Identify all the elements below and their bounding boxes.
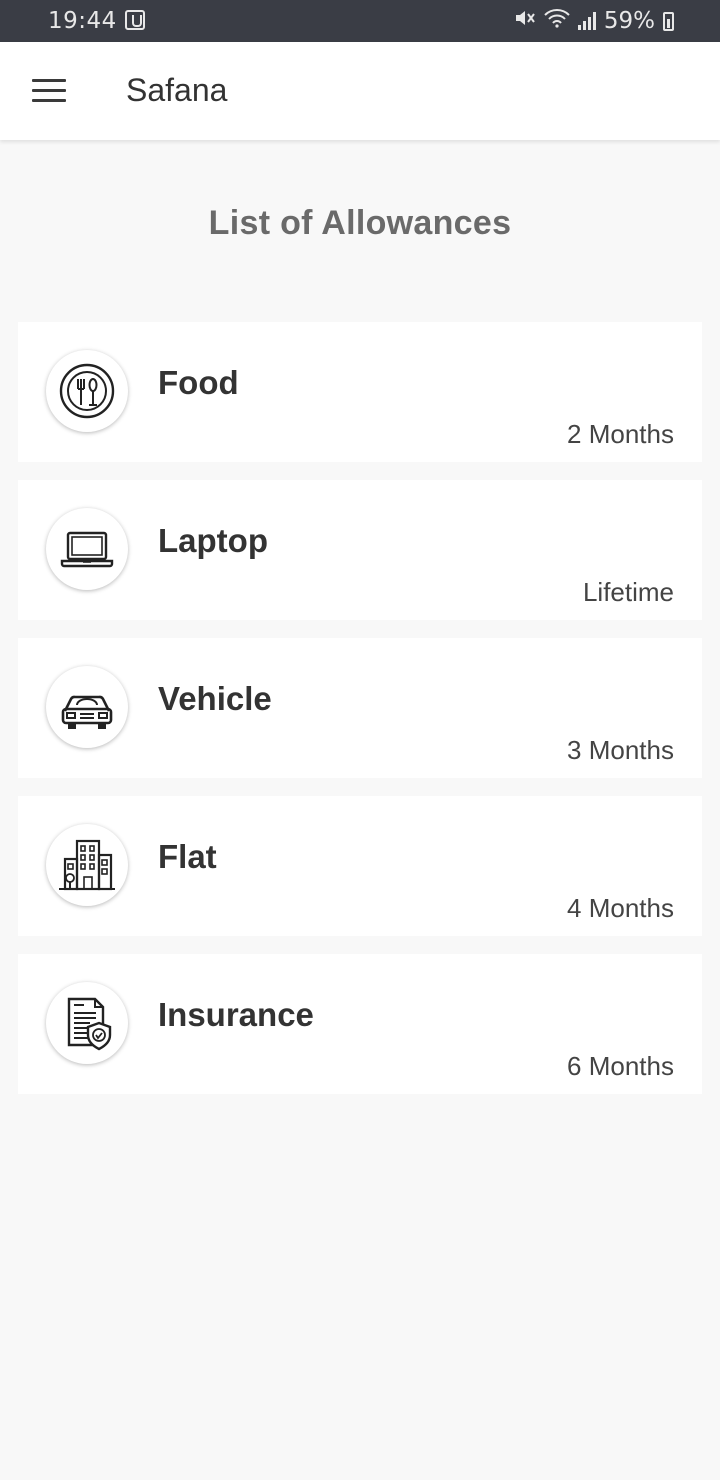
battery-text: 59% [603, 8, 655, 34]
mute-icon [514, 8, 536, 34]
status-time: 19:44 [48, 8, 117, 34]
allowance-item-laptop[interactable]: Laptop Lifetime [18, 480, 702, 620]
allowance-duration: Lifetime [582, 577, 674, 607]
vehicle-icon [46, 666, 128, 748]
app-title: Safana [126, 72, 228, 108]
allowance-name: Insurance [158, 996, 314, 1033]
app-bar: Safana [0, 42, 720, 140]
signal-icon [577, 12, 596, 30]
wifi-icon [544, 8, 570, 34]
notification-hand-icon [125, 10, 145, 30]
flat-icon [46, 824, 128, 906]
laptop-icon [46, 508, 128, 590]
allowance-duration: 6 Months [567, 1051, 674, 1081]
page-title: List of Allowances [208, 204, 512, 242]
allowance-duration: 4 Months [567, 893, 674, 923]
allowance-name: Flat [158, 838, 217, 875]
allowance-item-flat[interactable]: Flat 4 Months [18, 796, 702, 936]
allowance-duration: 2 Months [567, 419, 674, 449]
allowance-name: Vehicle [158, 680, 272, 717]
allowance-item-food[interactable]: Food 2 Months [18, 322, 702, 462]
insurance-icon [46, 982, 128, 1064]
allowances-list: Food 2 Months Laptop Lifetime Vehicle 3 … [18, 322, 702, 1112]
allowance-item-vehicle[interactable]: Vehicle 3 Months [18, 638, 702, 778]
allowance-name: Food [158, 364, 239, 401]
status-indicators: 59% [514, 8, 674, 34]
allowance-item-insurance[interactable]: Insurance 6 Months [18, 954, 702, 1094]
status-bar: 19:44 59% [0, 0, 720, 42]
allowance-duration: 3 Months [567, 735, 674, 765]
hamburger-menu-icon[interactable] [32, 79, 66, 103]
allowance-name: Laptop [158, 522, 268, 559]
battery-charging-icon [663, 11, 674, 31]
food-icon [46, 350, 128, 432]
